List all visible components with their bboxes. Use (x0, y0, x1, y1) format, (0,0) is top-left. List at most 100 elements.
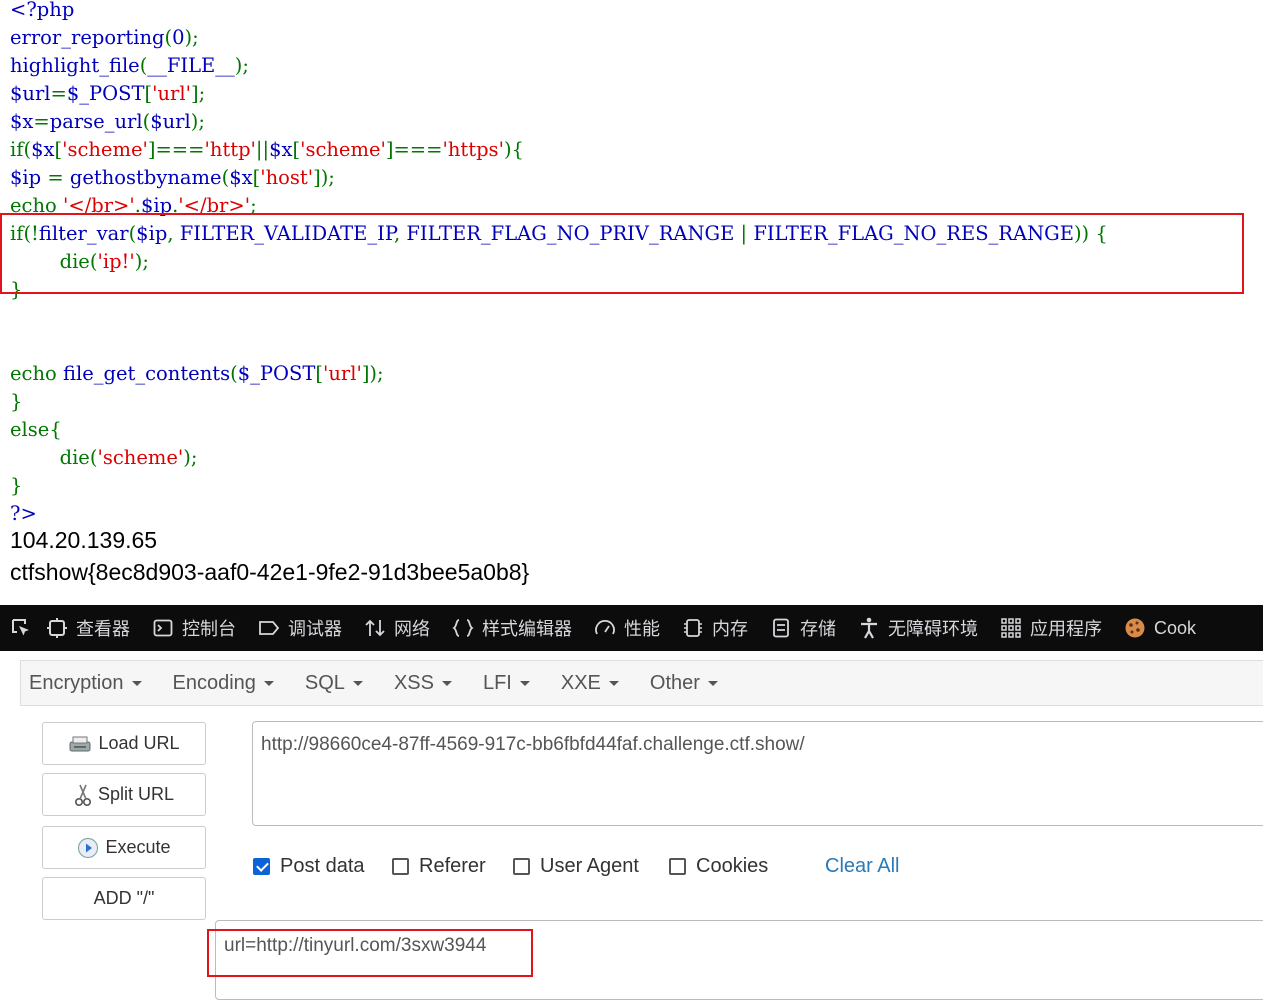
code-token: ( (164, 26, 173, 49)
network-icon (364, 617, 386, 639)
performance-icon (594, 617, 616, 639)
post-data-checkbox[interactable] (253, 858, 270, 875)
code-token: 'http' (204, 138, 256, 161)
devtools-tab-debugger[interactable]: 调试器 (258, 615, 342, 641)
code-token: ); (190, 110, 205, 133)
code-token: 0 (172, 26, 185, 49)
devtools-toolbar: 查看器 控制台 调试器 网络 样式编辑器 性能 内存 存储 无障碍环境 应用程序 Cook (0, 605, 1263, 651)
referer-checkbox[interactable] (392, 858, 409, 875)
referer-option[interactable]: Referer (392, 855, 486, 878)
devtools-tab-label: 存储 (800, 619, 836, 639)
devtools-tab-application[interactable]: 应用程序 (1000, 615, 1102, 641)
code-token: , (167, 222, 180, 245)
element-picker-icon[interactable] (8, 615, 34, 641)
code-token: FILTER_VALIDATE_IP (179, 222, 394, 245)
code-token: } (10, 474, 23, 497)
clear-all-link[interactable]: Clear All (825, 855, 899, 878)
user-agent-checkbox[interactable] (513, 858, 530, 875)
devtools-tab-accessibility[interactable]: 无障碍环境 (858, 615, 978, 641)
devtools-tab-label: 内存 (712, 619, 748, 639)
execute-label: Execute (105, 837, 171, 857)
php-source-code: <?php error_reporting(0); highlight_file… (10, 0, 1108, 528)
code-line: $x=parse_url($url); (10, 110, 205, 133)
menu-xxe[interactable]: XXE (561, 672, 619, 695)
menu-label: Other (649, 671, 700, 694)
caret-down-icon (352, 680, 363, 686)
devtools-tab-label: 样式编辑器 (482, 619, 572, 639)
user-agent-label: User Agent (540, 855, 639, 877)
code-token: 'scheme' (62, 138, 148, 161)
code-token: ); (134, 250, 149, 273)
load-url-icon (68, 734, 92, 754)
code-token: = (50, 82, 67, 105)
menu-sql[interactable]: SQL (305, 672, 363, 695)
code-token: 'scheme' (97, 446, 184, 469)
post-data-input[interactable] (215, 920, 1263, 1000)
code-token: $url (10, 82, 51, 105)
code-token: ]=== (147, 138, 205, 161)
application-icon (1000, 617, 1022, 639)
devtools-tab-cookie[interactable]: Cook (1124, 617, 1196, 639)
post-data-option[interactable]: Post data (253, 855, 365, 878)
menu-xss[interactable]: XSS (394, 672, 452, 695)
code-token: } (10, 390, 23, 413)
devtools-tab-label: 网络 (394, 619, 430, 639)
code-token: || (255, 138, 270, 161)
scissors-icon (74, 783, 92, 807)
url-input[interactable]: http://98660ce4-87ff-4569-917c-bb6fbfd44… (252, 721, 1263, 826)
referer-label: Referer (419, 855, 486, 877)
menu-label: Encoding (172, 671, 256, 694)
code-line: } (10, 390, 22, 413)
execute-button[interactable]: Execute (42, 826, 206, 869)
post-data-value: url=http://tinyurl.com/3sxw3944 (224, 935, 487, 956)
code-line: $ip = gethostbyname($x['host']); (10, 166, 335, 189)
code-token: 'host' (260, 166, 314, 189)
devtools-tab-label: 性能 (624, 619, 660, 639)
code-token: ]); (361, 362, 384, 385)
accessibility-icon (858, 617, 880, 639)
code-token: highlight_file (10, 54, 140, 77)
code-token: die( (10, 250, 98, 273)
caret-down-icon (608, 680, 619, 686)
caret-down-icon (441, 680, 452, 686)
add-slash-label: ADD "/" (93, 888, 155, 908)
user-agent-option[interactable]: User Agent (513, 855, 639, 878)
devtools-tab-label: 控制台 (182, 619, 236, 639)
menu-other[interactable]: Other (650, 672, 718, 695)
code-token: $ip (136, 222, 168, 245)
devtools-tab-style-editor[interactable]: 样式编辑器 (452, 615, 572, 641)
load-url-button[interactable]: Load URL (42, 722, 206, 765)
code-token: = (33, 110, 50, 133)
devtools-tab-network[interactable]: 网络 (364, 615, 430, 641)
devtools-tab-memory[interactable]: 内存 (682, 615, 748, 641)
cookies-checkbox[interactable] (669, 858, 686, 875)
code-line: error_reporting(0); (10, 26, 199, 49)
inspector-icon (46, 617, 68, 639)
menu-lfi[interactable]: LFI (483, 672, 530, 695)
code-token: error_reporting (10, 26, 165, 49)
code-token: if(! (10, 222, 39, 245)
cookies-option[interactable]: Cookies (669, 855, 768, 878)
post-data-label: Post data (280, 855, 365, 877)
devtools-tab-label: 调试器 (288, 619, 342, 639)
storage-icon (770, 617, 792, 639)
split-url-button[interactable]: Split URL (42, 773, 206, 816)
code-token: , (394, 222, 407, 245)
cookie-icon (1124, 617, 1146, 639)
style-editor-icon (452, 617, 474, 639)
devtools-tab-inspector[interactable]: 查看器 (46, 615, 130, 641)
devtools-tab-performance[interactable]: 性能 (594, 615, 660, 641)
code-token: $x (10, 110, 34, 133)
menu-encoding[interactable]: Encoding (173, 672, 274, 695)
menu-label: XXE (560, 671, 601, 694)
devtools-tab-storage[interactable]: 存储 (770, 615, 836, 641)
code-token: gethostbyname (69, 166, 222, 189)
code-line: } (10, 278, 22, 301)
code-token: filter_var (38, 222, 129, 245)
code-token: '</br>' (62, 194, 135, 217)
code-line: die('scheme'); (10, 446, 198, 469)
menu-encryption[interactable]: Encryption (29, 672, 142, 695)
code-token: ); (183, 446, 198, 469)
devtools-tab-console[interactable]: 控制台 (152, 615, 236, 641)
add-slash-button[interactable]: ADD "/" (42, 877, 206, 920)
